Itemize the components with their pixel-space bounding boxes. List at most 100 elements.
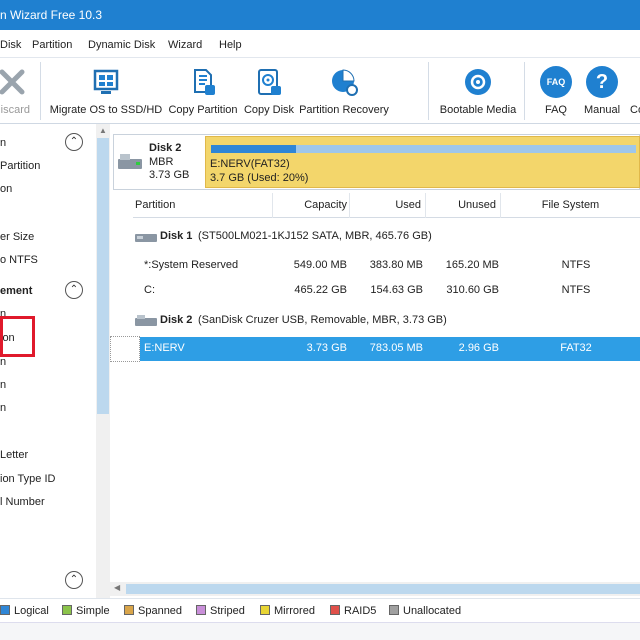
legend-simple: Simple	[62, 605, 110, 617]
legend-swatch	[389, 605, 399, 615]
sidebar-scrollbar[interactable]: ▲	[96, 124, 110, 600]
cell-file-system: NTFS	[561, 259, 591, 271]
faq-button[interactable]: FAQ FAQ	[536, 58, 576, 124]
sidebar-item[interactable]: on	[0, 183, 12, 195]
migrate-os-label: Migrate OS to SSD/HD	[49, 104, 163, 116]
cell-partition: E:NERV	[144, 342, 185, 354]
scroll-up-arrow-icon[interactable]: ▲	[99, 126, 107, 135]
sidebar-item[interactable]: n	[0, 137, 6, 149]
disk-header-name: Disk 1	[160, 230, 193, 242]
toolbar: iscard Migrate OS to SSD/HD Copy Partiti…	[0, 58, 640, 124]
cell-unused: 165.20 MB	[445, 259, 499, 271]
legend-striped: Striped	[196, 605, 245, 617]
sidebar-item[interactable]: ion Type ID	[0, 473, 55, 485]
partition-recovery-button[interactable]: Partition Recovery	[298, 58, 390, 124]
sidebar-item[interactable]: l Number	[0, 496, 45, 508]
migrate-os-button[interactable]: Migrate OS to SSD/HD	[48, 58, 164, 124]
cell-file-system: FAT32	[560, 342, 592, 354]
col-file-system[interactable]: File System	[501, 193, 640, 218]
table-row[interactable]: *:System Reserved 549.00 MB 383.80 MB 16…	[133, 254, 640, 278]
cell-partition: C:	[144, 284, 155, 296]
partition-table-header: Partition Capacity Used Unused File Syst…	[133, 193, 640, 218]
menu-help[interactable]: Help	[219, 39, 242, 51]
col-partition[interactable]: Partition	[133, 193, 273, 218]
toolbar-separator	[40, 62, 41, 120]
menu-wizard[interactable]: Wizard	[168, 39, 202, 51]
partition-block[interactable]: E:NERV(FAT32) 3.7 GB (Used: 20%)	[205, 136, 640, 188]
sidebar-item[interactable]: o NTFS	[0, 254, 38, 266]
partition-used-bar	[211, 145, 296, 153]
legend-swatch	[124, 605, 134, 615]
help-question-icon: ?	[586, 66, 618, 98]
sidebar-item[interactable]: n	[0, 356, 6, 368]
sidebar-scrollbar-thumb[interactable]	[97, 138, 109, 414]
table-horizontal-scrollbar[interactable]: ◀	[110, 582, 640, 596]
migrate-os-icon	[93, 69, 119, 94]
copy-disk-label: Copy Disk	[243, 104, 295, 116]
disk-header-row[interactable]: Disk 2 (SanDisk Cruzer USB, Removable, M…	[133, 309, 640, 333]
sidebar-item[interactable]: Partition	[0, 160, 40, 172]
col-used[interactable]: Used	[350, 193, 426, 218]
horizontal-scrollbar-thumb[interactable]	[126, 584, 640, 594]
legend-raid5: RAID5	[330, 605, 376, 617]
cell-used: 154.63 GB	[370, 284, 423, 296]
cell-capacity: 549.00 MB	[293, 259, 347, 271]
manual-button[interactable]: ? Manual	[582, 58, 622, 124]
chevron-up-icon[interactable]: ⌃	[65, 281, 83, 299]
discard-button[interactable]: iscard	[0, 58, 34, 124]
sidebar-item[interactable]: Letter	[0, 449, 28, 461]
bootable-media-button[interactable]: Bootable Media	[438, 58, 518, 124]
usb-drive-icon	[118, 154, 142, 169]
bootable-media-label: Bootable Media	[439, 104, 517, 116]
menu-bar: Disk Partition Dynamic Disk Wizard Help	[0, 30, 640, 58]
disk-header-detail: (ST500LM021-1KJ152 SATA, MBR, 465.76 GB)	[198, 230, 432, 242]
copy-partition-label: Copy Partition	[168, 104, 238, 116]
scroll-left-arrow-icon[interactable]: ◀	[114, 583, 120, 592]
cell-capacity: 465.22 GB	[294, 284, 347, 296]
faq-icon: FAQ	[540, 66, 572, 98]
cell-used: 783.05 MB	[369, 342, 423, 354]
legend-mirrored: Mirrored	[260, 605, 315, 617]
table-row[interactable]: C: 465.22 GB 154.63 GB 310.60 GB NTFS	[133, 279, 640, 303]
menu-disk[interactable]: Disk	[0, 39, 21, 51]
table-row-selected[interactable]: E:NERV 3.73 GB 783.05 MB 2.96 GB FAT32	[140, 337, 640, 361]
disk-header-detail: (SanDisk Cruzer USB, Removable, MBR, 3.7…	[198, 314, 447, 326]
sidebar-item[interactable]: n	[0, 402, 6, 414]
disk-card-type: MBR	[149, 156, 174, 168]
legend-spanned: Spanned	[124, 605, 182, 617]
partition-recovery-label: Partition Recovery	[299, 104, 389, 116]
col-unused[interactable]: Unused	[426, 193, 501, 218]
sidebar-item[interactable]: n	[0, 379, 6, 391]
col-capacity[interactable]: Capacity	[273, 193, 350, 218]
contact-label: Co	[630, 104, 640, 116]
usb-drive-icon	[135, 315, 157, 326]
menu-partition[interactable]: Partition	[32, 39, 72, 51]
hard-disk-icon	[135, 234, 157, 242]
disk-card-size: 3.73 GB	[149, 169, 190, 181]
action-sidebar: n Partition on er Size o NTFS ement n io…	[0, 124, 110, 600]
contact-button[interactable]: Co	[628, 58, 640, 124]
disk-header-row[interactable]: Disk 1 (ST500LM021-1KJ152 SATA, MBR, 465…	[133, 225, 640, 249]
faq-label: FAQ	[544, 104, 567, 116]
copy-disk-icon	[258, 69, 281, 95]
legend-swatch	[330, 605, 340, 615]
cell-unused: 310.60 GB	[446, 284, 499, 296]
discard-icon	[0, 69, 25, 95]
disk-card-name: Disk 2	[149, 142, 182, 154]
manual-label: Manual	[583, 104, 621, 116]
partition-free-bar	[296, 145, 636, 153]
legend-bar: Logical Simple Spanned Striped Mirrored …	[0, 598, 640, 622]
menu-dynamic-disk[interactable]: Dynamic Disk	[88, 39, 155, 51]
copy-disk-button[interactable]: Copy Disk	[242, 58, 296, 124]
legend-logical: Logical	[0, 605, 49, 617]
copy-partition-button[interactable]: Copy Partition	[166, 58, 240, 124]
disk-header-name: Disk 2	[160, 314, 193, 326]
chevron-up-icon[interactable]: ⌃	[65, 571, 83, 589]
title-bar: n Wizard Free 10.3	[0, 0, 640, 30]
toolbar-separator	[428, 62, 429, 120]
chevron-up-icon[interactable]: ⌃	[65, 133, 83, 151]
sidebar-item[interactable]: er Size	[0, 231, 34, 243]
cell-used: 383.80 MB	[369, 259, 423, 271]
legend-unallocated: Unallocated	[389, 605, 461, 617]
toolbar-separator	[524, 62, 525, 120]
